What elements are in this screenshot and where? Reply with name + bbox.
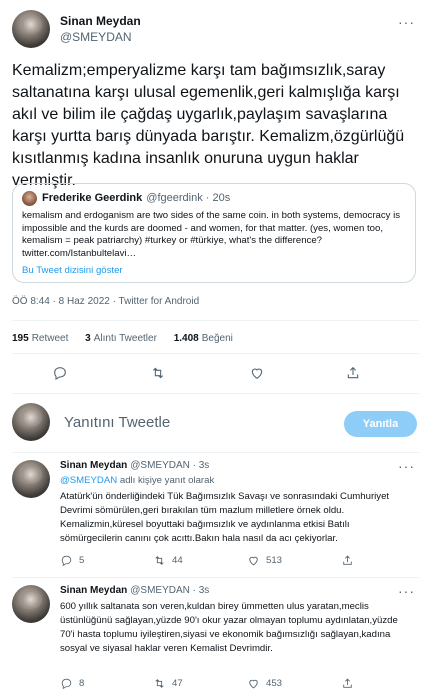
reply-compose: Yanıtını Tweetle Yanıtla: [12, 403, 419, 443]
show-thread-link[interactable]: Bu Tweet dizisini göster: [22, 265, 123, 276]
quoted-author-name: Frederike Geerdink: [42, 192, 143, 204]
tweet-text: Kemalizm;emperyalizme karşı tam bağımsız…: [12, 62, 405, 189]
avatar[interactable]: [12, 10, 50, 48]
quote-label[interactable]: Alıntı Tweetler: [94, 333, 157, 344]
reply-text: Atatürk'ün önderliğindeki Tük Bağımsızlı…: [60, 491, 390, 544]
more-icon[interactable]: ···: [398, 458, 415, 474]
divider: [12, 393, 419, 394]
reply-count: 8: [79, 677, 85, 689]
author-name[interactable]: Sinan Meydan: [60, 14, 141, 28]
tweet-timestamp[interactable]: ÖÖ 8:44 · 8 Haz 2022 · Twitter for Andro…: [12, 296, 199, 307]
author-handle[interactable]: @SMEYDAN: [60, 30, 132, 44]
like-count: 453: [266, 677, 283, 689]
replying-mention-link[interactable]: @SMEYDAN: [60, 475, 117, 486]
reply-text: 600 yıllık saltanata son veren,kuldan bi…: [60, 601, 398, 654]
user-avatar: [12, 403, 50, 441]
reply-header: Sinan Meydan @SMEYDAN · 3s: [60, 585, 209, 596]
reply-button[interactable]: Yanıtla: [344, 411, 417, 437]
quoted-text: kemalism and erdoganism are two sides of…: [22, 210, 401, 259]
more-icon[interactable]: ···: [398, 14, 415, 30]
retweet-count: 47: [172, 677, 183, 689]
replying-suffix: adlı kişiye yanıt olarak: [117, 475, 215, 486]
quoted-header: Frederike Geerdink @fgeerdink · 20s: [42, 192, 230, 204]
reply-action[interactable]: 5: [60, 552, 84, 568]
share-action[interactable]: [341, 675, 354, 691]
reply-count: 5: [79, 554, 85, 566]
retweet-count[interactable]: 195: [12, 333, 29, 344]
like-count: 513: [266, 554, 283, 566]
more-icon[interactable]: ···: [398, 583, 415, 599]
reply-actions: 5 44 513: [60, 552, 400, 568]
divider: [12, 353, 419, 354]
author-name[interactable]: Sinan Meydan: [60, 585, 127, 596]
avatar[interactable]: [12, 460, 50, 498]
reply-tweet[interactable]: Sinan Meydan @SMEYDAN · 3s ··· @SMEYDAN a…: [12, 458, 419, 572]
reply-icon[interactable]: [52, 365, 72, 385]
main-tweet-header: Sinan Meydan @SMEYDAN ···: [12, 10, 419, 50]
author-handle[interactable]: @SMEYDAN · 3s: [130, 460, 209, 471]
divider: [12, 320, 419, 321]
share-icon[interactable]: [345, 365, 365, 385]
quoted-avatar: [22, 191, 37, 206]
divider: [12, 577, 419, 578]
retweet-label[interactable]: Retweet: [32, 333, 69, 344]
reply-actions: 8 47 453: [60, 675, 400, 691]
quote-count[interactable]: 3: [85, 333, 91, 344]
like-action[interactable]: 453: [247, 675, 282, 691]
share-icon: [343, 555, 352, 565]
reply-header: Sinan Meydan @SMEYDAN · 3s: [60, 460, 209, 471]
retweet-action[interactable]: 47: [153, 675, 183, 691]
retweet-icon[interactable]: [150, 365, 170, 385]
retweet-icon: [155, 555, 164, 565]
like-label[interactable]: Beğeni: [202, 333, 233, 344]
reply-icon: [61, 678, 72, 689]
reply-action[interactable]: 8: [60, 675, 84, 691]
like-icon: [249, 556, 258, 565]
like-icon: [249, 679, 258, 688]
tweet-actions: [12, 365, 419, 385]
author-name[interactable]: Sinan Meydan: [60, 460, 127, 471]
author-handle[interactable]: @SMEYDAN · 3s: [130, 585, 209, 596]
quoted-tweet[interactable]: Frederike Geerdink @fgeerdink · 20s kemal…: [12, 183, 416, 283]
like-icon[interactable]: [249, 365, 269, 385]
retweet-count: 44: [172, 554, 183, 566]
quoted-author-handle: @fgeerdink · 20s: [146, 192, 231, 204]
retweet-icon: [155, 678, 164, 688]
reply-tweet[interactable]: Sinan Meydan @SMEYDAN · 3s ··· 600 yıllık…: [12, 583, 419, 697]
like-action[interactable]: 513: [247, 552, 282, 568]
like-count[interactable]: 1.408: [174, 333, 199, 344]
avatar[interactable]: [12, 585, 50, 623]
share-action[interactable]: [341, 552, 354, 568]
retweet-action[interactable]: 44: [153, 552, 183, 568]
reply-icon: [61, 555, 72, 566]
replying-to: @SMEYDAN adlı kişiye yanıt olarak: [60, 475, 214, 486]
reply-input[interactable]: Yanıtını Tweetle: [64, 414, 170, 431]
divider: [12, 452, 419, 453]
tweet-stats: 195 Retweet 3 Alıntı Tweetler 1.408 Beğeni: [12, 333, 247, 344]
share-icon: [343, 678, 352, 688]
